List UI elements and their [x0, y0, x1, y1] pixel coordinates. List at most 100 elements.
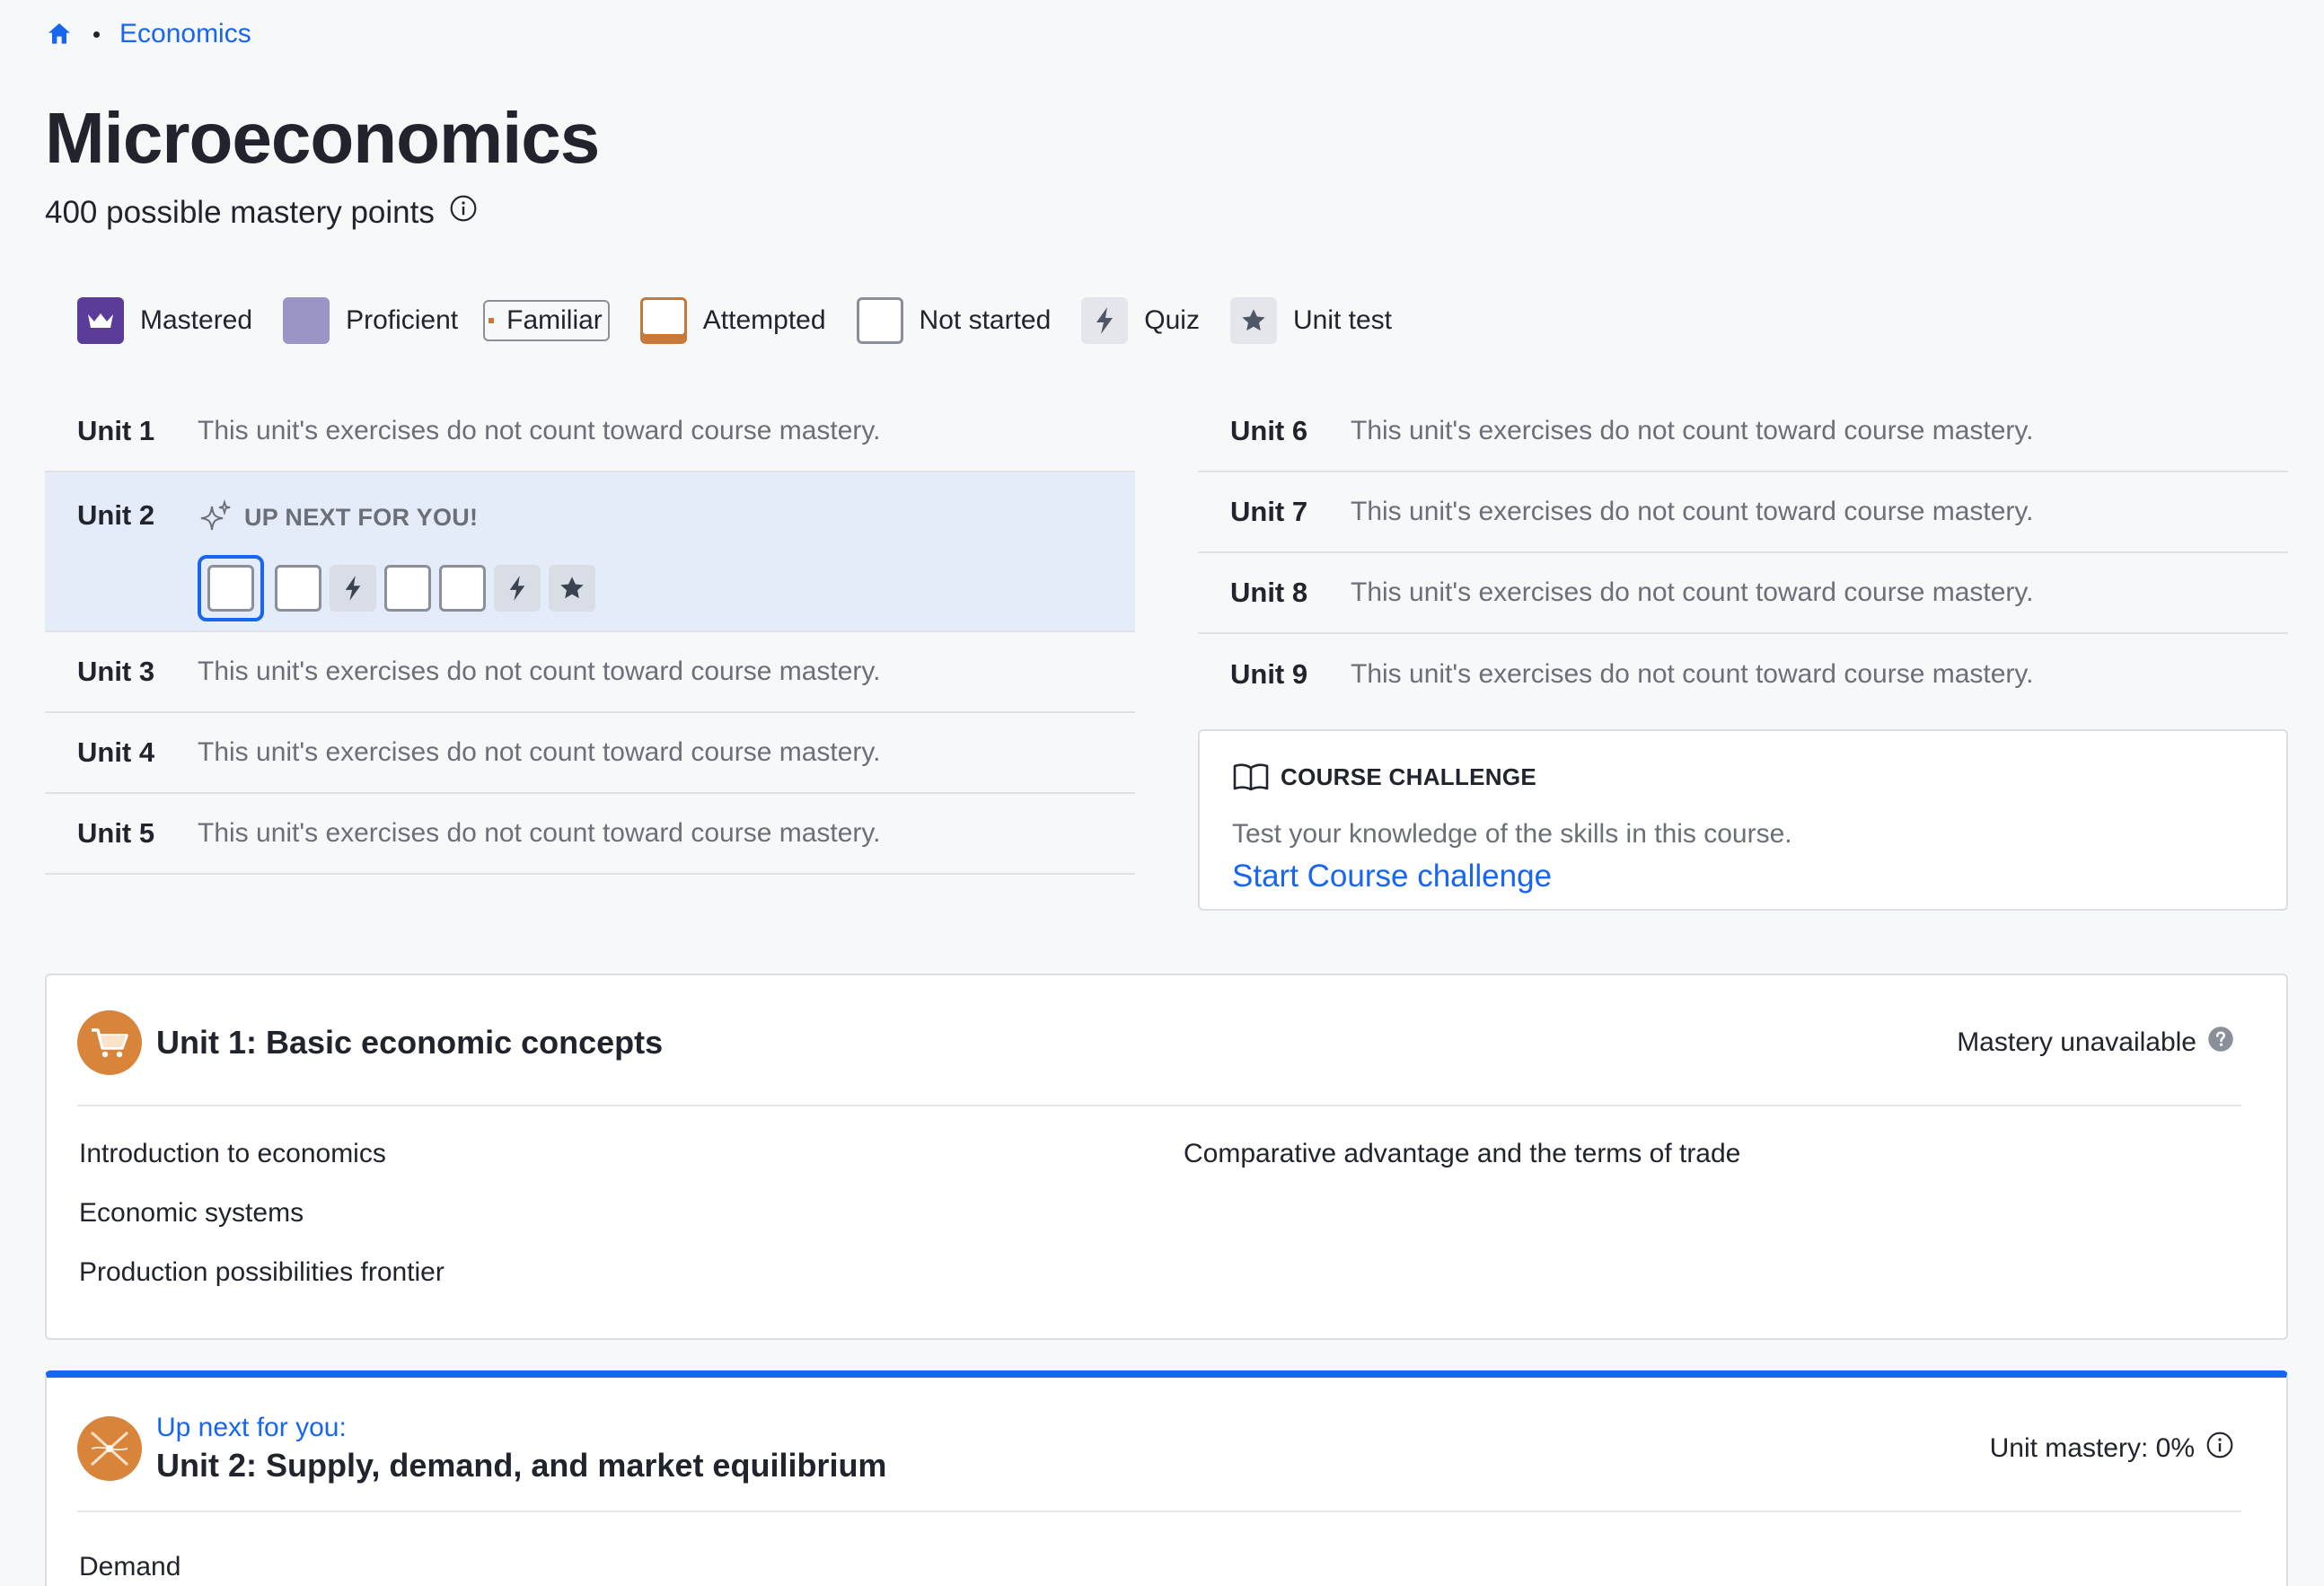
skill-square-current[interactable]	[198, 555, 264, 621]
lesson-link[interactable]: Demand	[79, 1552, 180, 1582]
star-icon	[560, 577, 584, 599]
proficient-swatch	[283, 297, 330, 344]
unit-2-card-header: Up next for you: Unit 2: Supply, demand,…	[77, 1408, 2256, 1489]
legend-mastered-label: Mastered	[140, 305, 253, 335]
star-icon	[1229, 297, 1277, 344]
unit-row[interactable]: Unit 6 This unit's exercises do not coun…	[1198, 392, 2288, 472]
unit-desc: This unit's exercises do not count towar…	[1351, 497, 2034, 526]
up-next-label: UP NEXT FOR YOU!	[198, 499, 603, 535]
legend-proficient-label: Proficient	[346, 305, 459, 335]
unit-desc: This unit's exercises do not count towar…	[1351, 416, 2034, 445]
unit-2-title-block: Up next for you: Unit 2: Supply, demand,…	[156, 1413, 886, 1485]
unit-1-title[interactable]: Unit 1: Basic economic concepts	[156, 1024, 663, 1062]
unit-list-left: Unit 1 This unit's exercises do not coun…	[45, 392, 1135, 875]
mastery-points-text: 400 possible mastery points	[45, 194, 435, 230]
legend-quiz: Quiz	[1081, 297, 1200, 344]
breadcrumb-link-economics[interactable]: Economics	[119, 19, 251, 49]
unit-2-title[interactable]: Unit 2: Supply, demand, and market equil…	[156, 1447, 886, 1485]
unit-1-card-header: Unit 1: Basic economic concepts Mastery …	[77, 1009, 2256, 1076]
unit-row[interactable]: Unit 3 This unit's exercises do not coun…	[45, 632, 1135, 713]
legend-not-started: Not started	[856, 297, 1052, 344]
card-divider	[77, 1105, 2241, 1106]
unit-row[interactable]: Unit 9 This unit's exercises do not coun…	[1198, 634, 2288, 715]
page-title: Microeconomics	[45, 98, 600, 178]
unit-name: Unit 4	[77, 736, 155, 768]
unit-desc: This unit's exercises do not count towar…	[198, 737, 881, 767]
unit-name: Unit 7	[1230, 496, 1308, 527]
legend-not-started-label: Not started	[919, 305, 1052, 335]
unit-mastery-status: Unit mastery: 0%	[1990, 1431, 2256, 1467]
info-icon[interactable]	[449, 194, 478, 231]
start-course-challenge-link[interactable]: Start Course challenge	[1232, 859, 2254, 894]
lesson-link[interactable]: Comparative advantage and the terms of t…	[1184, 1139, 1740, 1169]
legend-proficient: Proficient	[283, 297, 458, 344]
unit-list-right: Unit 6 This unit's exercises do not coun…	[1198, 392, 2288, 715]
crown-icon	[77, 297, 124, 344]
familiar-swatch	[489, 318, 495, 323]
unit-row[interactable]: Unit 4 This unit's exercises do not coun…	[45, 713, 1135, 794]
legend-familiar-label: Familiar	[506, 305, 603, 335]
lesson-link[interactable]: Economic systems	[79, 1198, 304, 1229]
legend-attempted-label: Attempted	[702, 305, 826, 335]
up-next-block: UP NEXT FOR YOU!	[198, 499, 603, 621]
legend-attempted: Attempted	[639, 297, 826, 344]
unit-desc: This unit's exercises do not count towar…	[198, 818, 881, 848]
unit-desc: This unit's exercises do not count towar…	[1351, 577, 2034, 607]
unit-row[interactable]: Unit 7 This unit's exercises do not coun…	[1198, 472, 2288, 553]
skill-square[interactable]	[384, 565, 431, 612]
unit-row-active[interactable]: Unit 2 UP NEXT FOR YOU!	[45, 472, 1135, 632]
question-icon[interactable]	[2207, 1026, 2234, 1060]
legend-unit-test-label: Unit test	[1292, 305, 1393, 335]
card-divider	[77, 1511, 2241, 1512]
sparkle-icon	[200, 499, 231, 531]
mastery-status: Mastery unavailable	[1957, 1026, 2256, 1060]
unit-row[interactable]: Unit 8 This unit's exercises do not coun…	[1198, 553, 2288, 634]
skill-square[interactable]	[275, 565, 321, 612]
course-challenge-title: COURSE CHALLENGE	[1232, 762, 2254, 792]
info-icon[interactable]	[2205, 1431, 2234, 1467]
shopping-cart-icon	[77, 1010, 142, 1075]
quiz-square[interactable]	[494, 565, 541, 612]
breadcrumb-separator	[93, 31, 100, 38]
lightning-icon	[509, 576, 525, 601]
unit-name: Unit 1	[77, 415, 155, 446]
unit-mastery-text: Unit mastery: 0%	[1989, 1433, 2195, 1463]
unit-desc: This unit's exercises do not count towar…	[198, 656, 881, 686]
unit-name: Unit 6	[1230, 415, 1308, 446]
unit-1-card: Unit 1: Basic economic concepts Mastery …	[45, 974, 2288, 1340]
legend-quiz-label: Quiz	[1144, 305, 1200, 335]
legend-mastered: Mastered	[77, 297, 252, 344]
unit-name: Unit 3	[77, 656, 155, 687]
course-challenge-card: COURSE CHALLENGE Test your knowledge of …	[1198, 729, 2288, 911]
unit-name: Unit 8	[1230, 577, 1308, 608]
legend-familiar: Familiar	[483, 300, 610, 341]
unit-test-square[interactable]	[549, 565, 595, 612]
mastery-points: 400 possible mastery points	[45, 194, 478, 231]
lightning-icon	[345, 576, 361, 601]
not-started-swatch	[856, 297, 903, 344]
lesson-link[interactable]: Introduction to economics	[79, 1139, 386, 1169]
legend-unit-test: Unit test	[1229, 297, 1393, 344]
unit-row[interactable]: Unit 5 This unit's exercises do not coun…	[45, 794, 1135, 875]
course-challenge-title-text: COURSE CHALLENGE	[1281, 762, 1537, 790]
up-next-text: UP NEXT FOR YOU!	[244, 503, 479, 531]
breadcrumb: Economics	[45, 16, 251, 52]
up-next-label: Up next for you:	[156, 1413, 347, 1442]
attempted-swatch	[639, 297, 687, 344]
supply-demand-icon	[77, 1416, 142, 1481]
lesson-link[interactable]: Production possibilities frontier	[79, 1257, 445, 1288]
home-icon[interactable]	[45, 18, 77, 50]
quiz-square[interactable]	[330, 565, 376, 612]
skill-square[interactable]	[439, 565, 486, 612]
unit-desc: This unit's exercises do not count towar…	[1351, 659, 2034, 689]
unit-row[interactable]: Unit 1 This unit's exercises do not coun…	[45, 392, 1135, 472]
unit-2-card: Up next for you: Unit 2: Supply, demand,…	[45, 1370, 2288, 1586]
mastery-legend: Mastered Proficient Familiar Attempted N…	[77, 295, 1422, 347]
skill-squares	[198, 555, 603, 621]
book-icon	[1233, 763, 1269, 791]
course-challenge-desc: Test your knowledge of the skills in thi…	[1232, 819, 1792, 849]
lightning-icon	[1081, 297, 1129, 344]
unit-name: Unit 2	[77, 499, 155, 531]
unit-name: Unit 9	[1230, 658, 1308, 690]
mastery-status-text: Mastery unavailable	[1957, 1027, 2196, 1057]
